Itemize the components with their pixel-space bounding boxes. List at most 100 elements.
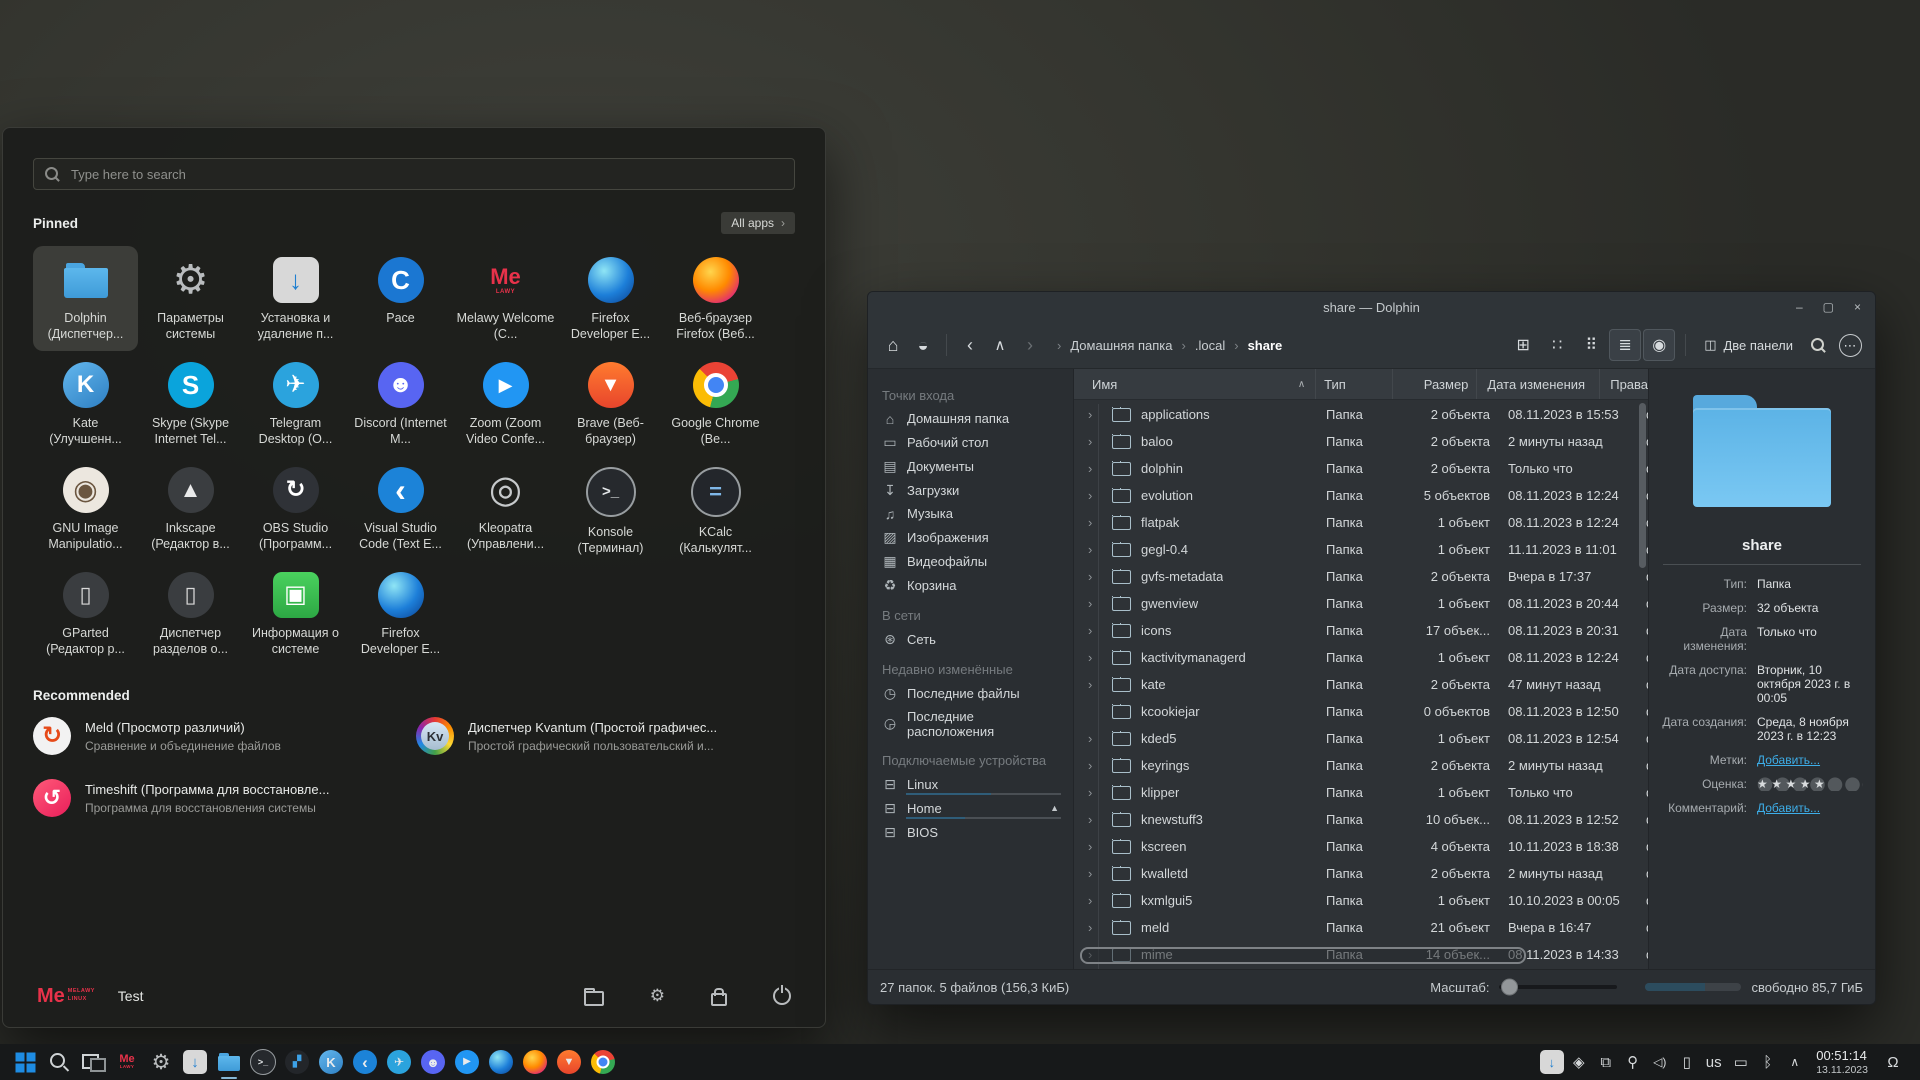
file-row[interactable]: kcookiejar Папка 0 объектов 08.11.2023 в… (1074, 698, 1648, 725)
expander-icon[interactable]: › (1088, 920, 1108, 935)
details-view-button[interactable]: ≣ (1609, 329, 1641, 361)
pinned-app-tile[interactable]: ‹ Visual Studio Code (Text E... (348, 456, 453, 561)
file-row[interactable]: › kwalletd Папка 2 объекта 2 минуты наза… (1074, 860, 1648, 887)
up-button[interactable]: ∧ (985, 330, 1015, 360)
search-bar[interactable] (33, 158, 795, 190)
file-row[interactable]: › knewstuff3 Папка 10 объек... 08.11.202… (1074, 806, 1648, 833)
expander-icon[interactable]: › (1088, 677, 1108, 692)
place[interactable]: Недавно изменённые (868, 651, 1073, 681)
breadcrumb-item[interactable]: › share (1234, 338, 1282, 353)
pinned-app-tile[interactable]: K Kate (Улучшенн... (33, 351, 138, 456)
place[interactable]: ⊟ BIOS (868, 820, 1073, 844)
pinned-app-tile[interactable]: ↓ Установка и удаление п... (243, 246, 348, 351)
start-button[interactable] (8, 1044, 42, 1080)
telegram-icon[interactable]: ✈ (382, 1044, 416, 1080)
files-button[interactable] (584, 991, 604, 1006)
pinned-app-tile[interactable]: Dolphin (Диспетчер... (33, 246, 138, 351)
file-row[interactable]: › kate Папка 2 объекта 47 минут назад dr… (1074, 671, 1648, 698)
column-size[interactable]: Размер (1392, 369, 1476, 399)
place[interactable]: ⊛ Сеть (868, 627, 1073, 651)
pinned-app-tile[interactable]: >_ Konsole (Терминал) (558, 456, 663, 561)
horizontal-scrollbar[interactable] (1080, 947, 1526, 964)
pager-icon[interactable] (76, 1044, 110, 1080)
expander-icon[interactable]: › (1088, 569, 1108, 584)
discover-icon[interactable]: ↓ (178, 1044, 212, 1080)
file-row[interactable]: › dolphin Папка 2 объекта Только что drw (1074, 455, 1648, 482)
bluetooth-icon[interactable]: ᛒ (1754, 1044, 1781, 1080)
search-input[interactable] (69, 166, 784, 183)
pinned-app-tile[interactable]: ⚙ Параметры системы (138, 246, 243, 351)
pinned-app-tile[interactable]: Me LAWY Melawy Welcome (C... (453, 246, 558, 351)
pinned-app-tile[interactable]: ◉ GNU Image Manipulatio... (33, 456, 138, 561)
recommended-item[interactable]: Kv Диспетчер Kvantum (Простой графичес..… (416, 717, 795, 755)
places-button[interactable]: ◒ (908, 330, 938, 360)
minimize-button[interactable]: – (1796, 300, 1803, 314)
firefox-icon[interactable] (518, 1044, 552, 1080)
expander-icon[interactable]: › (1088, 785, 1108, 800)
night-color-icon[interactable]: ⚲ (1619, 1044, 1646, 1080)
file-row[interactable]: › gwenview Папка 1 объект 08.11.2023 в 2… (1074, 590, 1648, 617)
firefox-dev-icon[interactable] (484, 1044, 518, 1080)
pinned-app-tile[interactable]: ▼ Brave (Веб-браузер) (558, 351, 663, 456)
recommended-item[interactable]: ↻ Meld (Просмотр различий) Сравнение и о… (33, 717, 412, 755)
volume-icon[interactable]: ◁) (1646, 1044, 1673, 1080)
device-icon[interactable]: ▯ (1673, 1044, 1700, 1080)
place[interactable]: ♫ Музыка (868, 502, 1073, 525)
expander-icon[interactable]: › (1088, 623, 1108, 638)
security-icon[interactable]: ◈ (1565, 1044, 1592, 1080)
zoom-slider[interactable] (1499, 985, 1617, 989)
two-panels-button[interactable]: ◫ Две панели (1696, 329, 1801, 361)
expand-tray-icon[interactable]: ∧ (1781, 1044, 1808, 1080)
pinned-app-tile[interactable]: Google Chrome (Be... (663, 351, 768, 456)
column-type[interactable]: Тип (1315, 369, 1392, 399)
column-name[interactable]: Имя ∧ (1074, 369, 1315, 399)
property-value[interactable]: Только что (1757, 625, 1863, 653)
property-value[interactable]: Папка (1757, 577, 1863, 591)
pinned-app-tile[interactable]: C Pace (348, 246, 453, 351)
maximize-button[interactable]: ▢ (1823, 300, 1834, 314)
file-row[interactable]: › kactivitymanagerd Папка 1 объект 08.11… (1074, 644, 1648, 671)
expander-icon[interactable]: › (1088, 893, 1108, 908)
place[interactable]: ▤ Документы (868, 454, 1073, 478)
search-button[interactable] (1803, 330, 1833, 360)
pinned-app-tile[interactable]: S Skype (Skype Internet Tel... (138, 351, 243, 456)
property-value[interactable]: ★★★★★ (1757, 777, 1863, 791)
titlebar[interactable]: share — Dolphin – ▢ × (868, 292, 1875, 322)
zoom-slider-knob[interactable] (1501, 979, 1518, 996)
property-value[interactable]: Среда, 8 ноября 2023 г. в 12:23 (1757, 715, 1863, 743)
menu-button[interactable]: ⋯ (1835, 330, 1865, 360)
file-row[interactable]: › keyrings Папка 2 объекта 2 минуты наза… (1074, 752, 1648, 779)
place[interactable]: Подключаемые устройства (868, 742, 1073, 772)
file-row[interactable]: › kded5 Папка 1 объект 08.11.2023 в 12:5… (1074, 725, 1648, 752)
pinned-app-tile[interactable]: Веб-браузер Firefox (Веб... (663, 246, 768, 351)
clipboard-icon[interactable]: ⧉ (1592, 1044, 1619, 1080)
pinned-app-tile[interactable]: ▣ Информация о системе (243, 561, 348, 666)
place[interactable]: ⌂ Домашняя папка (868, 407, 1073, 430)
file-row[interactable]: › kscreen Папка 4 объекта 10.11.2023 в 1… (1074, 833, 1648, 860)
file-row[interactable]: › evolution Папка 5 объектов 08.11.2023 … (1074, 482, 1648, 509)
keyboard-layout[interactable]: us (1700, 1044, 1727, 1080)
place[interactable]: ▨ Изображения (868, 525, 1073, 549)
pinned-app-tile[interactable]: = KCalc (Калькулят... (663, 456, 768, 561)
expander-icon[interactable]: › (1088, 758, 1108, 773)
pinned-app-tile[interactable]: Firefox Developer E... (348, 561, 453, 666)
file-row[interactable]: › flatpak Папка 1 объект 08.11.2023 в 12… (1074, 509, 1648, 536)
eject-icon[interactable]: ▲ (1050, 803, 1059, 813)
vertical-scrollbar[interactable] (1639, 403, 1646, 568)
place[interactable]: ⊟ Home ▲ (868, 796, 1073, 820)
clock[interactable]: 00:51:14 13.11.2023 (1816, 1048, 1868, 1076)
expander-icon[interactable]: › (1088, 839, 1108, 854)
expander-icon[interactable]: › (1088, 812, 1108, 827)
property-value[interactable]: Добавить... (1757, 753, 1863, 767)
kate-icon[interactable]: K (314, 1044, 348, 1080)
updates-icon[interactable]: ↓ (1538, 1044, 1565, 1080)
expander-icon[interactable]: › (1088, 434, 1108, 449)
zoom-icon[interactable]: ▶ (450, 1044, 484, 1080)
file-row[interactable]: › klipper Папка 1 объект Только что drw (1074, 779, 1648, 806)
search-icon[interactable] (42, 1044, 76, 1080)
place[interactable]: ⊟ Linux (868, 772, 1073, 796)
expander-icon[interactable]: › (1088, 650, 1108, 665)
screen-lock-icon[interactable]: ▭ (1727, 1044, 1754, 1080)
all-apps-button[interactable]: All apps › (721, 212, 795, 234)
expander-icon[interactable]: › (1088, 542, 1108, 557)
